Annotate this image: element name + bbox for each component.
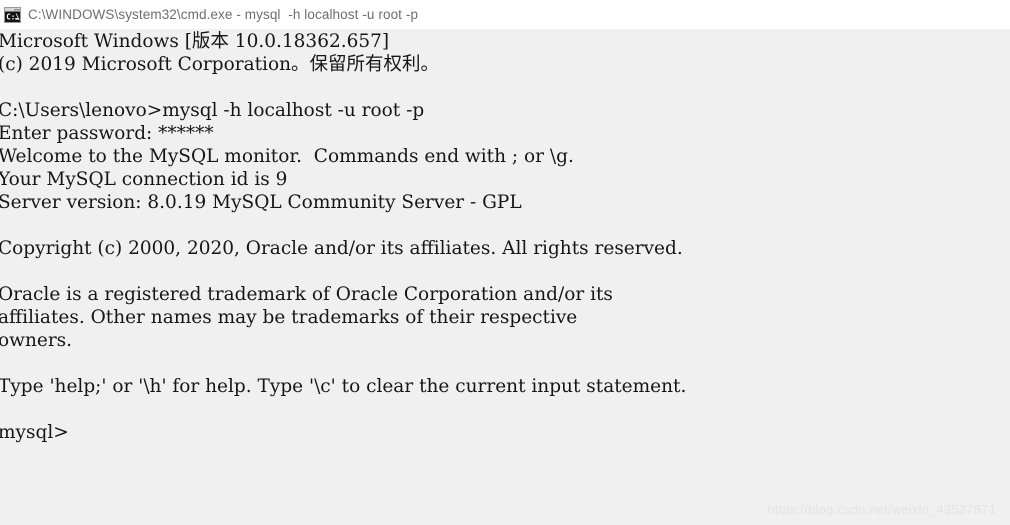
watermark-text: https://blog.csdn.net/weixin_43527871 [767,502,996,517]
svg-text:C:\: C:\ [6,12,20,21]
console-line: Type 'help;' or '\h' for help. Type '\c'… [0,376,687,397]
console-line: Your MySQL connection id is 9 [0,169,288,190]
console-line: owners. [0,330,73,351]
console-line: (c) 2019 Microsoft Corporation。保留所有权利。 [0,54,440,75]
console-text-block: Microsoft Windows [版本 10.0.18362.657] (c)… [0,30,686,444]
console-line: Copyright (c) 2000, 2020, Oracle and/or … [0,238,683,259]
console-line: C:\Users\lenovo>mysql -h localhost -u ro… [0,100,425,121]
cmd-console-icon: C:\ [4,6,21,23]
console-line: Enter password: ****** [0,123,214,144]
console-line: Microsoft Windows [版本 10.0.18362.657] [0,31,390,52]
window-title-bar[interactable]: C:\ C:\WINDOWS\system32\cmd.exe - mysql … [0,0,1010,29]
console-line: mysql> [0,422,69,443]
console-line: affiliates. Other names may be trademark… [0,307,578,328]
window-title-text: C:\WINDOWS\system32\cmd.exe - mysql -h l… [28,6,419,22]
console-line: Oracle is a registered trademark of Orac… [0,284,613,305]
console-line: Welcome to the MySQL monitor. Commands e… [0,146,574,167]
terminal-output-area[interactable]: Microsoft Windows [版本 10.0.18362.657] (c)… [0,29,1010,525]
cmd-terminal-window: C:\ C:\WINDOWS\system32\cmd.exe - mysql … [0,0,1010,525]
console-line: Server version: 8.0.19 MySQL Community S… [0,192,522,213]
